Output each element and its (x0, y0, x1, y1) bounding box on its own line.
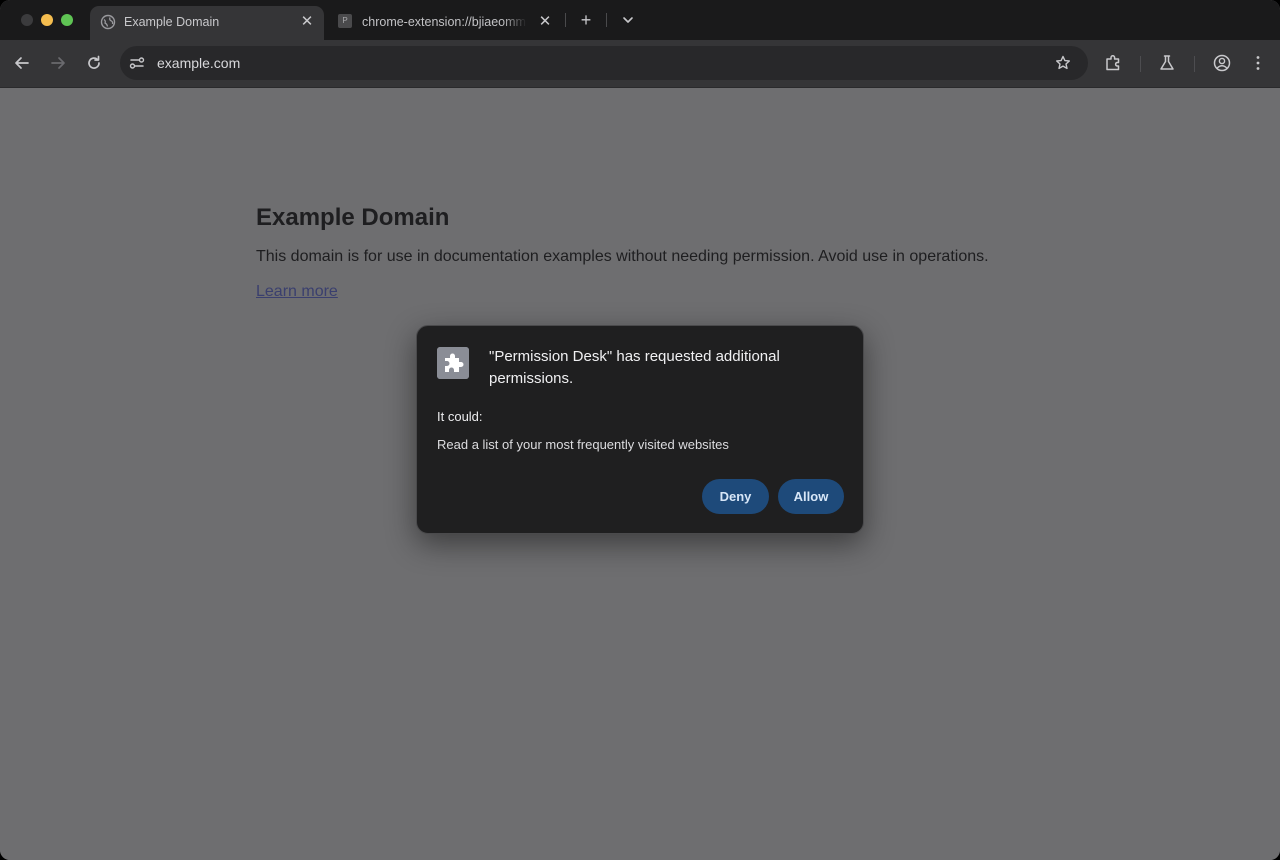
dialog-title: "Permission Desk" has requested addition… (489, 348, 780, 387)
tab-close-icon[interactable]: ✕ (298, 13, 316, 31)
url-text: example.com (157, 55, 241, 71)
bookmark-star-icon[interactable] (1054, 54, 1072, 72)
tab-strip: Example Domain ✕ P chrome-extension://bj… (0, 0, 1280, 40)
tab-example-domain[interactable]: Example Domain ✕ (90, 6, 324, 40)
window-maximize-button[interactable] (61, 14, 73, 26)
page-heading: Example Domain (256, 204, 450, 231)
dialog-subtitle: It could: (437, 409, 483, 424)
deny-button[interactable]: Deny (702, 479, 769, 514)
tab-divider (565, 13, 566, 27)
labs-flask-icon[interactable] (1156, 52, 1178, 74)
forward-arrow-icon[interactable] (47, 52, 69, 74)
window-minimize-button[interactable] (41, 14, 53, 26)
window-close-button[interactable] (21, 14, 33, 26)
toolbar-divider (1194, 56, 1195, 72)
tab-divider (606, 13, 607, 27)
address-bar[interactable]: example.com (120, 46, 1088, 80)
learn-more-link[interactable]: Learn more (256, 283, 338, 301)
toolbar-divider (1140, 56, 1141, 72)
browser-window: Example Domain ✕ P chrome-extension://bj… (0, 0, 1280, 860)
permission-item: Read a list of your most frequently visi… (437, 437, 729, 452)
allow-button[interactable]: Allow (778, 479, 844, 514)
new-tab-button[interactable]: + (576, 10, 596, 30)
reload-icon[interactable] (83, 52, 105, 74)
tab-extension[interactable]: P chrome-extension://bjiaeomm ✕ (328, 6, 560, 40)
puzzle-piece-icon (437, 347, 469, 379)
tab-close-icon[interactable]: ✕ (536, 13, 554, 31)
extensions-puzzle-icon[interactable] (1103, 52, 1125, 74)
back-arrow-icon[interactable] (11, 52, 33, 74)
permission-dialog: "Permission Desk" has requested addition… (416, 325, 864, 534)
menu-kebab-icon[interactable] (1247, 52, 1269, 74)
globe-icon (100, 14, 116, 30)
tab-title: chrome-extension://bjiaeomm (362, 15, 526, 29)
extension-letter-icon: P (338, 14, 352, 28)
site-settings-icon[interactable] (128, 54, 146, 72)
page-description: This domain is for use in documentation … (256, 248, 989, 265)
tab-search-chevron-icon[interactable] (618, 10, 638, 30)
profile-avatar-icon[interactable] (1211, 52, 1233, 74)
toolbar: example.com (0, 40, 1280, 88)
tab-title: Example Domain (124, 15, 220, 29)
